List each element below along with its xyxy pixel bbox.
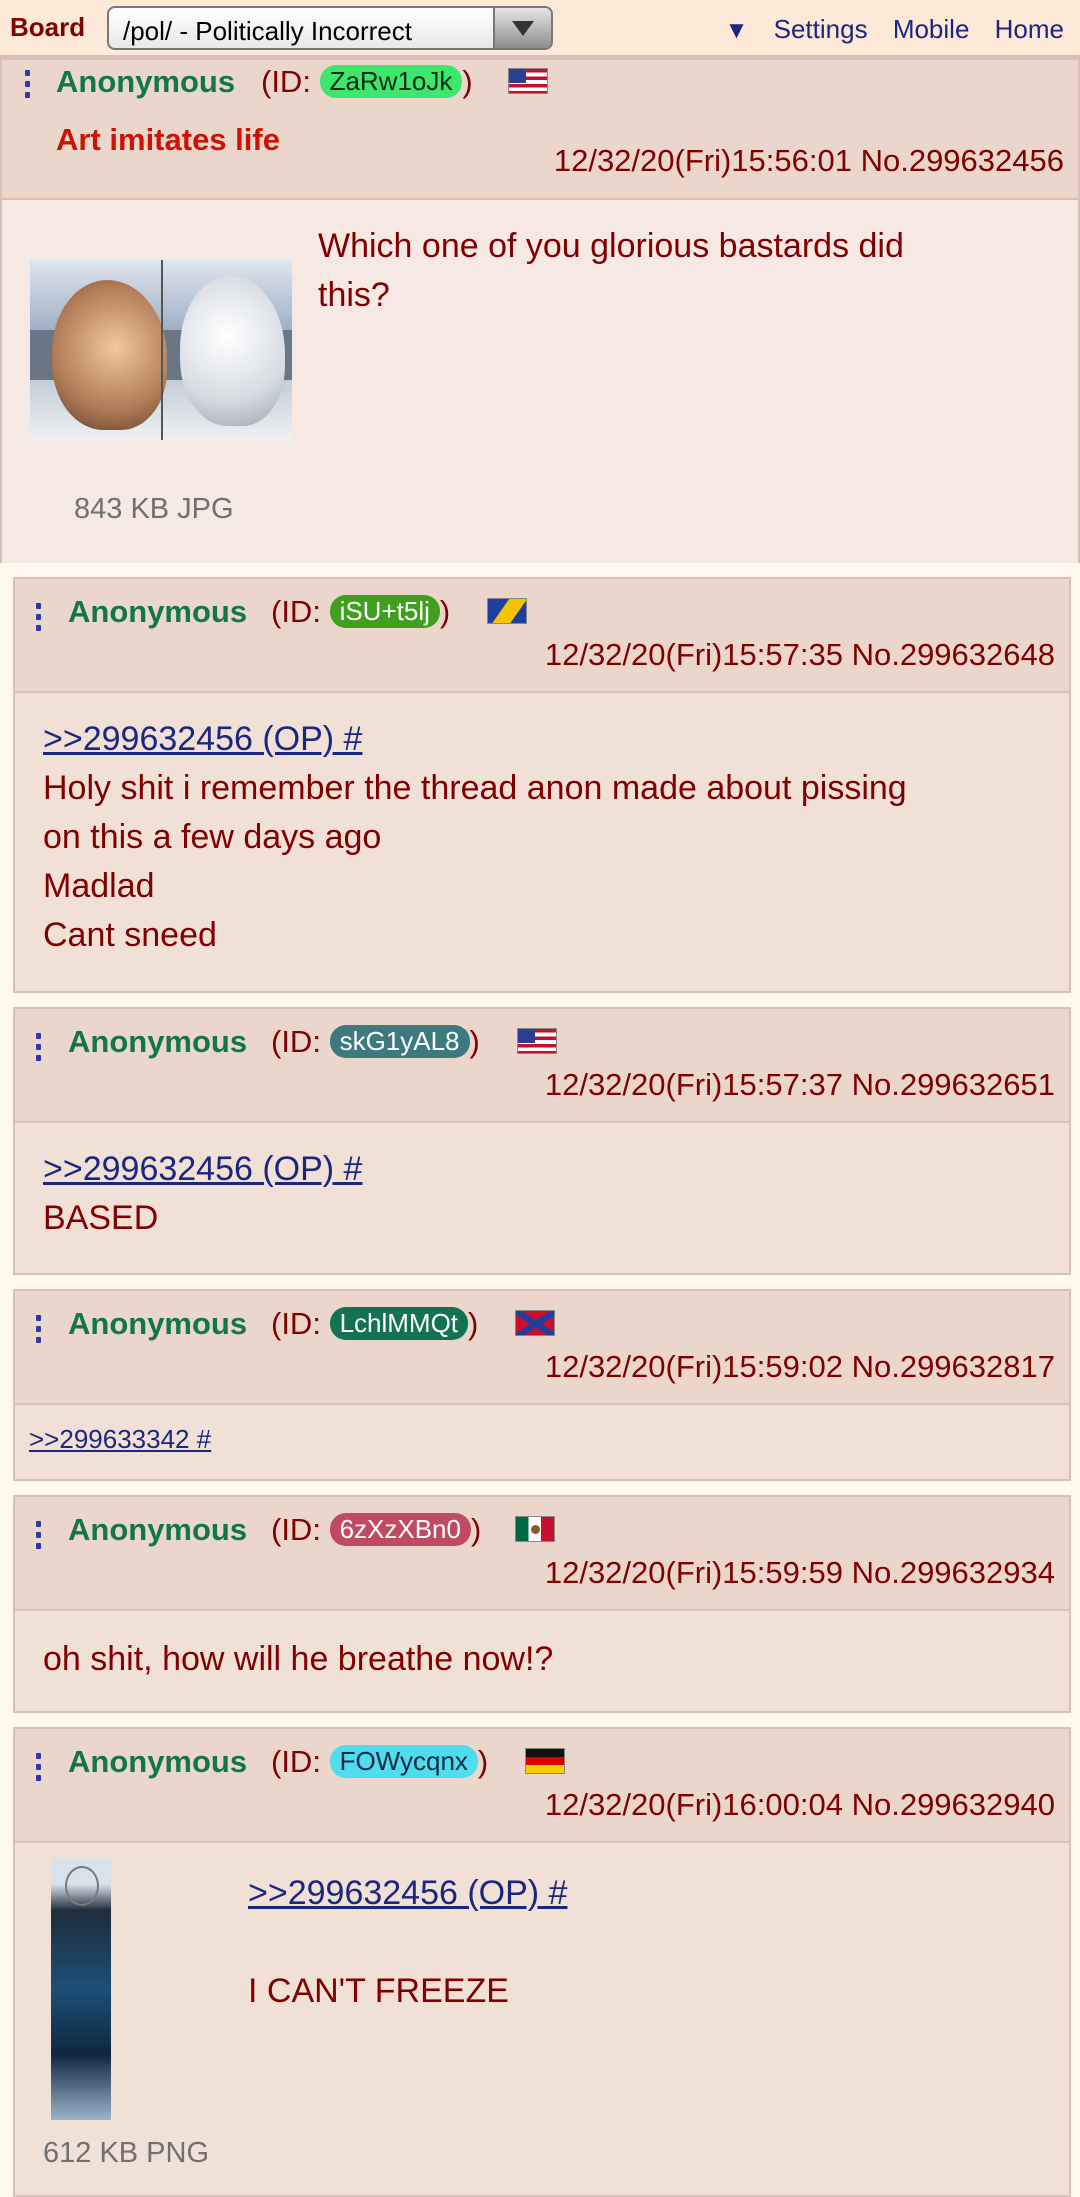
id-badge[interactable]: 6zXzXBn0 [329, 1513, 471, 1546]
us-flag-icon [517, 1028, 557, 1054]
post-datetime[interactable]: 12/32/20(Fri)15:59:59 No.299632934 [545, 1555, 1055, 1591]
reply-post: Anonymous (ID: iSU+t5lj) 12/32/20(Fri)15… [13, 577, 1071, 993]
op-post: Anonymous (ID: ZaRw1oJk) Art imitates li… [0, 58, 1080, 563]
quote-link[interactable]: >>299632456 (OP) # [43, 715, 907, 764]
post-header: Anonymous (ID: iSU+t5lj) 12/32/20(Fri)15… [15, 579, 1069, 693]
post-message: >>299632456 (OP) # I CAN'T FREEZE [248, 1869, 567, 2016]
post-datetime[interactable]: 12/32/20(Fri)15:59:02 No.299632817 [545, 1349, 1055, 1385]
id-badge[interactable]: LchlMMQt [329, 1307, 469, 1340]
reply-post: Anonymous (ID: LchlMMQt) 12/32/20(Fri)15… [13, 1289, 1071, 1481]
nav-links: ▼ Settings Mobile Home [725, 14, 1064, 45]
post-message: >>299632456 (OP) # Holy shit i remember … [43, 715, 907, 960]
quote-link[interactable]: >>299633342 # [29, 1424, 211, 1455]
poster-id[interactable]: (ID: FOWycqnx) [271, 1744, 488, 1780]
reply-post: Anonymous (ID: skG1yAL8) 12/32/20(Fri)15… [13, 1007, 1071, 1275]
post-thumbnail[interactable] [33, 1841, 153, 2121]
board-label: Board [10, 12, 86, 42]
post-header: Anonymous (ID: FOWycqnx) 12/32/20(Fri)16… [15, 1729, 1069, 1843]
post-datetime[interactable]: 12/32/20(Fri)15:57:35 No.299632648 [545, 637, 1055, 673]
post-header: Anonymous (ID: skG1yAL8) 12/32/20(Fri)15… [15, 1009, 1069, 1123]
post-datetime[interactable]: 12/32/20(Fri)16:00:04 No.299632940 [545, 1787, 1055, 1823]
poster-id[interactable]: (ID: skG1yAL8) [271, 1024, 480, 1060]
poster-id[interactable]: (ID: ZaRw1oJk) [261, 64, 473, 100]
post-subject: Art imitates life [56, 122, 280, 157]
board-select[interactable]: /pol/ - Politically Incorrect [107, 6, 553, 50]
home-link[interactable]: Home [995, 14, 1064, 44]
id-badge[interactable]: skG1yAL8 [329, 1025, 470, 1058]
post-menu-icon[interactable] [36, 603, 42, 636]
id-badge[interactable]: FOWycqnx [329, 1745, 478, 1778]
poster-id[interactable]: (ID: iSU+t5lj) [271, 594, 450, 630]
poster-name: Anonymous [68, 594, 248, 629]
caret-down-icon[interactable]: ▼ [725, 17, 749, 44]
post-menu-icon[interactable] [36, 1315, 42, 1348]
post-message: oh shit, how will he breathe now!? [43, 1640, 554, 1678]
poster-name: Anonymous [56, 64, 236, 99]
post-menu-icon[interactable] [36, 1033, 42, 1066]
reply-post: Anonymous (ID: FOWycqnx) 12/32/20(Fri)16… [13, 1727, 1071, 2197]
post-header: Anonymous (ID: LchlMMQt) 12/32/20(Fri)15… [15, 1291, 1069, 1405]
quote-link[interactable]: >>299632456 (OP) # [43, 1145, 362, 1194]
post-menu-icon[interactable] [36, 1521, 42, 1554]
file-info[interactable]: 612 KB PNG [43, 2137, 209, 2170]
poster-name: Anonymous [68, 1306, 248, 1341]
post-datetime[interactable]: 12/32/20(Fri)15:57:37 No.299632651 [545, 1067, 1055, 1103]
poster-name: Anonymous [68, 1024, 248, 1059]
post-message: Which one of you glorious bastards did t… [318, 227, 904, 314]
top-bar: Board /pol/ - Politically Incorrect ▼ Se… [0, 0, 1080, 58]
us-flag-icon [508, 68, 548, 94]
file-info[interactable]: 843 KB JPG [74, 493, 234, 526]
mobile-link[interactable]: Mobile [893, 14, 970, 44]
id-badge[interactable]: iSU+t5lj [329, 595, 440, 628]
post-thumbnail[interactable] [30, 260, 292, 440]
confederate-flag-icon [515, 1310, 555, 1336]
bosnia-flag-icon [487, 598, 527, 624]
board-select-value: /pol/ - Politically Incorrect [123, 16, 412, 46]
poster-name: Anonymous [68, 1744, 248, 1779]
poster-id[interactable]: (ID: 6zXzXBn0) [271, 1512, 481, 1548]
poster-name: Anonymous [68, 1512, 248, 1547]
post-datetime[interactable]: 12/32/20(Fri)15:56:01 No.299632456 [554, 143, 1064, 179]
germany-flag-icon [525, 1748, 565, 1774]
post-message: >>299632456 (OP) # BASED [43, 1145, 362, 1243]
mexico-flag-icon [515, 1516, 555, 1542]
id-badge[interactable]: ZaRw1oJk [319, 65, 463, 98]
chevron-down-icon[interactable] [493, 8, 551, 48]
op-post-header: Anonymous (ID: ZaRw1oJk) Art imitates li… [2, 60, 1078, 200]
post-menu-icon[interactable] [36, 1753, 42, 1786]
post-menu-icon[interactable] [25, 70, 31, 103]
quote-link[interactable]: >>299632456 (OP) # [248, 1869, 567, 1918]
settings-link[interactable]: Settings [774, 14, 868, 44]
reply-post: Anonymous (ID: 6zXzXBn0) 12/32/20(Fri)15… [13, 1495, 1071, 1713]
poster-id[interactable]: (ID: LchlMMQt) [271, 1306, 478, 1342]
post-header: Anonymous (ID: 6zXzXBn0) 12/32/20(Fri)15… [15, 1497, 1069, 1611]
